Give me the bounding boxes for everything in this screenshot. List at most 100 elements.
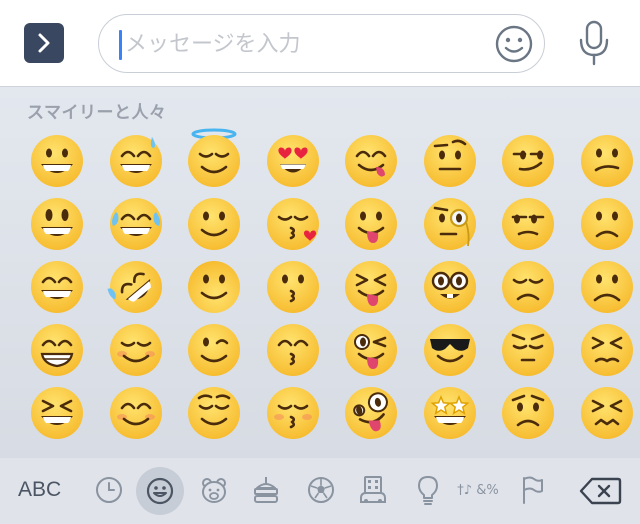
emoji-kissing-closed-eyes[interactable] — [254, 381, 333, 444]
emoji-face-slight-smile — [188, 197, 241, 250]
emoji-face-smile — [31, 260, 84, 313]
emoji-halo[interactable] — [175, 128, 254, 192]
emoji-face-squint-tongue — [345, 260, 398, 313]
emoji-face-halo — [188, 128, 241, 187]
emoji-yum[interactable] — [332, 129, 411, 192]
emoji-face-rofl — [107, 260, 162, 313]
emoji-kissing-smile[interactable] — [254, 318, 333, 381]
emoji-face-nerd — [423, 260, 476, 313]
emoji-kissing[interactable] — [254, 255, 333, 318]
message-input-bar — [0, 0, 640, 87]
emoji-face-raised-eyebrow — [423, 134, 476, 187]
category-bar: ABC †♪ &% — [0, 458, 640, 524]
emoji-nerd[interactable] — [411, 255, 490, 318]
emoji-rofl[interactable] — [97, 255, 176, 318]
smileys-icon[interactable] — [136, 467, 184, 515]
animals-icon[interactable] — [198, 474, 230, 506]
emoji-face-joy — [109, 197, 162, 250]
emoji-face-wink — [188, 323, 241, 376]
emoji-face-sweat-smile — [109, 134, 162, 187]
emoji-face-relieved — [188, 386, 241, 439]
emoji-face-wink-tongue — [345, 323, 398, 376]
emoji-face-kissing-smile — [266, 323, 319, 376]
delete-icon[interactable] — [578, 476, 622, 506]
emoji-face-laughing — [31, 386, 84, 439]
emoji-face-frowning — [580, 260, 633, 313]
emoji-grinning[interactable] — [18, 129, 97, 192]
emoji-face-star-struck — [423, 386, 476, 439]
emoji-face-tongue — [345, 197, 398, 250]
emoji-upside-down[interactable] — [175, 255, 254, 318]
emoji-face-yum — [345, 134, 398, 187]
message-field[interactable] — [98, 14, 545, 73]
text-caret — [119, 30, 122, 60]
flags-icon[interactable] — [516, 474, 548, 506]
emoji-face-smiley — [31, 197, 84, 250]
emoji-face-zany — [345, 386, 398, 439]
emoji-disappointed[interactable] — [489, 255, 568, 318]
emoji-raised-eyebrow[interactable] — [411, 129, 490, 192]
emoji-laughing[interactable] — [18, 381, 97, 444]
emoji-heart-eyes[interactable] — [254, 129, 333, 192]
emoji-unamused[interactable] — [489, 192, 568, 255]
emoji-face-kissing — [266, 260, 319, 313]
emoji-face-unamused — [502, 197, 555, 250]
emoji-monocle[interactable] — [411, 192, 490, 255]
emoji-persevere[interactable] — [568, 318, 640, 381]
message-input[interactable] — [125, 27, 485, 61]
emoji-sweat-smile[interactable] — [97, 129, 176, 192]
food-icon[interactable] — [250, 474, 282, 506]
emoji-kiss-heart[interactable] — [254, 192, 333, 255]
emoji-joy[interactable] — [97, 192, 176, 255]
emoji-face-blush — [109, 386, 162, 439]
emoji-face-smirk — [502, 134, 555, 187]
emoji-relaxed[interactable] — [97, 318, 176, 381]
activity-icon[interactable] — [305, 474, 337, 506]
emoji-pensive[interactable] — [489, 318, 568, 381]
emoji-wink[interactable] — [175, 318, 254, 381]
objects-icon[interactable] — [412, 474, 444, 506]
emoji-frowning[interactable] — [568, 255, 640, 318]
emoji-face-disappointed — [502, 260, 555, 313]
recent-icon[interactable] — [93, 474, 125, 506]
emoji-face-pensive — [502, 323, 555, 376]
emoji-smile[interactable] — [18, 255, 97, 318]
emoji-face-heart-eyes — [266, 134, 319, 187]
emoji-star-struck[interactable] — [411, 381, 490, 444]
microphone-icon[interactable] — [574, 18, 614, 68]
emoji-toggle-icon[interactable] — [494, 24, 534, 64]
emoji-face-kiss-heart — [266, 197, 319, 250]
emoji-face-worried — [502, 386, 555, 439]
symbols-icon-text: †♪ &% — [457, 482, 499, 498]
emoji-face-relaxed — [109, 323, 162, 376]
emoji-confounded[interactable] — [568, 381, 640, 444]
emoji-face-monocle — [423, 197, 476, 250]
emoji-relieved[interactable] — [175, 381, 254, 444]
emoji-sunglasses[interactable] — [411, 318, 490, 381]
emoji-slight-frown[interactable] — [568, 192, 640, 255]
symbols-icon[interactable]: †♪ &% — [457, 474, 498, 506]
emoji-blush[interactable] — [97, 381, 176, 444]
emoji-confused[interactable] — [568, 129, 640, 192]
expand-button[interactable] — [24, 23, 64, 63]
emoji-grid — [18, 128, 640, 444]
travel-icon[interactable] — [357, 474, 389, 506]
emoji-face-grinning — [31, 134, 84, 187]
emoji-wink-tongue[interactable] — [332, 318, 411, 381]
emoji-face-slight-frown — [580, 197, 633, 250]
emoji-slight-smile[interactable] — [175, 192, 254, 255]
category-title: スマイリーと人々 — [27, 103, 167, 123]
emoji-smirk[interactable] — [489, 129, 568, 192]
emoji-worried[interactable] — [489, 381, 568, 444]
emoji-tongue[interactable] — [332, 192, 411, 255]
abc-button[interactable]: ABC — [18, 478, 61, 502]
emoji-smiley[interactable] — [18, 192, 97, 255]
emoji-face-confused — [580, 134, 633, 187]
emoji-grin[interactable] — [18, 318, 97, 381]
emoji-face-confounded — [580, 386, 633, 439]
emoji-face-sunglasses — [423, 323, 476, 376]
emoji-squint-tongue[interactable] — [332, 255, 411, 318]
emoji-zany[interactable] — [332, 381, 411, 444]
emoji-face-upside-down — [188, 260, 241, 313]
emoji-face-grin — [31, 323, 84, 376]
